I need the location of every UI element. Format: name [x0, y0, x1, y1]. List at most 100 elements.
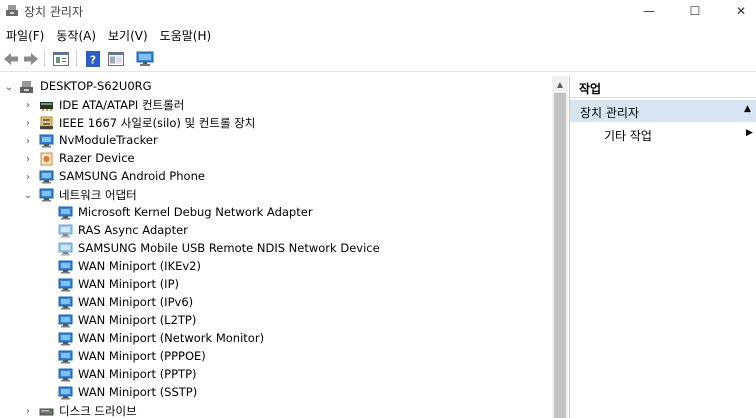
- collapse-chevron-icon[interactable]: ⌄: [4, 78, 14, 96]
- tree-device-row[interactable]: WAN Miniport (PPTP): [0, 366, 552, 384]
- menu-view[interactable]: 보기(V): [102, 24, 154, 44]
- samsung-phone-icon: [39, 170, 54, 184]
- collapse-triangle-icon[interactable]: ▲: [744, 104, 751, 114]
- tree-category-samsung-phone[interactable]: › SAMSUNG Android Phone: [0, 168, 552, 186]
- tree-device-label: WAN Miniport (PPTP): [78, 367, 197, 381]
- scrollbar-thumb[interactable]: [554, 93, 566, 418]
- tree-device-label: RAS Async Adapter: [78, 223, 188, 237]
- ide-controller-icon: [39, 98, 54, 112]
- tree-device-label: WAN Miniport (IKEv2): [78, 259, 201, 273]
- network-device-icon: [58, 224, 73, 238]
- tree-category-nvmoduletracker[interactable]: › NvModuleTracker: [0, 132, 552, 150]
- tree-device-label: Microsoft Kernel Debug Network Adapter: [78, 205, 313, 219]
- network-device-icon: [58, 296, 73, 310]
- actions-section-device-manager[interactable]: 장치 관리자 ▲: [570, 100, 756, 122]
- tree-root[interactable]: ⌄ DESKTOP-S62U0RG: [0, 78, 552, 96]
- disk-drive-icon: [39, 404, 54, 418]
- tree-device-label: WAN Miniport (Network Monitor): [78, 331, 265, 345]
- nv-module-tracker-icon: [39, 134, 54, 148]
- tree-category-label: NvModuleTracker: [59, 133, 158, 147]
- expand-chevron-icon[interactable]: ›: [23, 114, 33, 132]
- network-device-icon: [58, 260, 73, 274]
- computer-icon: [19, 80, 34, 94]
- tree-device-label: SAMSUNG Mobile USB Remote NDIS Network D…: [78, 241, 380, 255]
- tree-device-label: WAN Miniport (PPPOE): [78, 349, 206, 363]
- network-adapter-icon: [39, 188, 54, 202]
- tree-device-row[interactable]: WAN Miniport (IPv6): [0, 294, 552, 312]
- expand-chevron-icon[interactable]: ›: [23, 132, 33, 150]
- toolbar-separator: [44, 51, 45, 67]
- ieee-silo-icon: [39, 116, 54, 130]
- toolbar: ?: [0, 46, 756, 72]
- network-device-icon: [58, 350, 73, 364]
- tree-device-row[interactable]: WAN Miniport (L2TP): [0, 312, 552, 330]
- actions-header-label: 작업: [579, 82, 602, 96]
- network-device-icon: [58, 206, 73, 220]
- tree-category-ieee[interactable]: › IEEE 1667 사일로(silo) 및 컨트롤 장치: [0, 114, 552, 132]
- tree-category-label: SAMSUNG Android Phone: [59, 169, 205, 183]
- actions-header: 작업: [570, 76, 756, 98]
- expand-chevron-icon[interactable]: ›: [23, 96, 33, 114]
- tree-device-label: WAN Miniport (SSTP): [78, 385, 198, 399]
- tree-category-label: 네트워크 어댑터: [59, 188, 137, 202]
- menu-action[interactable]: 동작(A): [50, 24, 102, 44]
- tree-category-label: 디스크 드라이브: [59, 404, 137, 418]
- tree-device-row[interactable]: WAN Miniport (IP): [0, 276, 552, 294]
- close-icon: ✕: [735, 4, 747, 18]
- expand-chevron-icon[interactable]: ›: [23, 402, 33, 418]
- razer-device-icon: [39, 152, 54, 166]
- network-device-icon: [58, 242, 73, 256]
- title-bar: 장치 관리자 — ☐ ✕: [0, 0, 756, 22]
- back-icon[interactable]: [2, 50, 20, 68]
- tree-device-label: WAN Miniport (L2TP): [78, 313, 197, 327]
- monitor-icon[interactable]: [136, 50, 154, 68]
- submenu-arrow-icon: ▶: [746, 128, 753, 138]
- device-manager-app-icon: [5, 3, 19, 17]
- network-device-icon: [58, 332, 73, 346]
- tree-root-label: DESKTOP-S62U0RG: [40, 79, 152, 93]
- tree-device-label: WAN Miniport (IPv6): [78, 295, 194, 309]
- tree-device-row[interactable]: WAN Miniport (SSTP): [0, 384, 552, 402]
- actions-item-label: 기타 작업: [604, 129, 652, 143]
- tree-device-row[interactable]: WAN Miniport (IKEv2): [0, 258, 552, 276]
- actions-section-label: 장치 관리자: [580, 106, 640, 120]
- tree-device-row[interactable]: SAMSUNG Mobile USB Remote NDIS Network D…: [0, 240, 552, 258]
- minimize-icon: —: [643, 4, 655, 18]
- tree-category-network-adapters[interactable]: ⌄ 네트워크 어댑터: [0, 186, 552, 204]
- tree-category-label: IDE ATA/ATAPI 컨트롤러: [59, 98, 185, 112]
- tree-scrollbar[interactable]: ▲: [552, 76, 568, 418]
- tree-category-disk-drives[interactable]: › 디스크 드라이브: [0, 402, 552, 418]
- menu-bar: 파일(F) 동작(A) 보기(V) 도움말(H): [0, 24, 756, 44]
- actions-item-more-actions[interactable]: 기타 작업 ▶: [570, 124, 756, 144]
- help-icon[interactable]: ?: [84, 50, 102, 68]
- maximize-button[interactable]: ☐: [672, 0, 718, 22]
- scroll-up-arrow-icon[interactable]: ▲: [552, 76, 568, 92]
- toolbar-separator: [76, 51, 77, 67]
- minimize-button[interactable]: —: [626, 0, 672, 22]
- properties-icon[interactable]: [52, 50, 70, 68]
- tree-device-row[interactable]: WAN Miniport (PPPOE): [0, 348, 552, 366]
- tree-device-row[interactable]: RAS Async Adapter: [0, 222, 552, 240]
- network-device-icon: [58, 278, 73, 292]
- tree-category-razer[interactable]: › Razer Device: [0, 150, 552, 168]
- network-device-icon: [58, 386, 73, 400]
- tree-device-row[interactable]: Microsoft Kernel Debug Network Adapter: [0, 204, 552, 222]
- close-button[interactable]: ✕: [718, 0, 756, 22]
- expand-chevron-icon[interactable]: ›: [23, 150, 33, 168]
- expand-chevron-icon[interactable]: ›: [23, 168, 33, 186]
- actions-pane: 작업 장치 관리자 ▲ 기타 작업 ▶: [570, 76, 756, 418]
- tree-category-label: Razer Device: [59, 151, 135, 165]
- menu-help[interactable]: 도움말(H): [154, 24, 218, 44]
- forward-icon[interactable]: [22, 50, 40, 68]
- collapse-chevron-icon[interactable]: ⌄: [23, 186, 33, 204]
- menu-file[interactable]: 파일(F): [0, 24, 50, 44]
- device-tree: ⌄ DESKTOP-S62U0RG › IDE ATA/ATAPI 컨트롤러 ›…: [0, 76, 552, 418]
- show-hide-pane-icon[interactable]: [107, 50, 125, 68]
- tree-category-label: IEEE 1667 사일로(silo) 및 컨트롤 장치: [59, 116, 256, 130]
- network-device-icon: [58, 314, 73, 328]
- tree-device-label: WAN Miniport (IP): [78, 277, 179, 291]
- maximize-icon: ☐: [689, 4, 701, 18]
- window-title: 장치 관리자: [24, 5, 84, 19]
- tree-device-row[interactable]: WAN Miniport (Network Monitor): [0, 330, 552, 348]
- tree-category-ide[interactable]: › IDE ATA/ATAPI 컨트롤러: [0, 96, 552, 114]
